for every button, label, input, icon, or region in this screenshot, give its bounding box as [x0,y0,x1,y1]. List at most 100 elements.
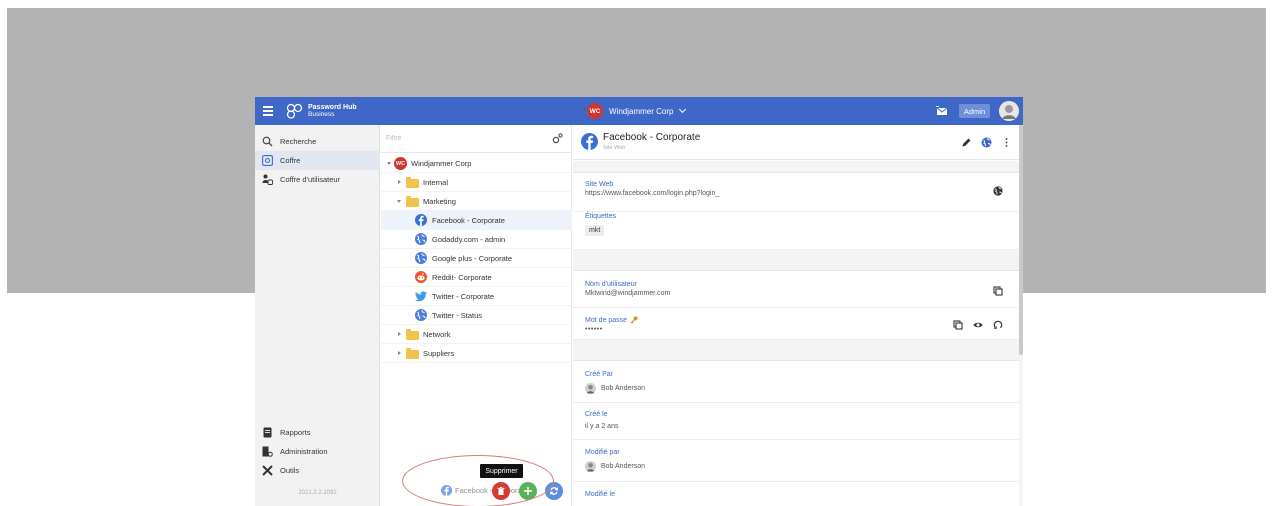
logo: Password Hub Business [285,102,357,120]
password-history-icon[interactable] [993,320,1003,330]
field-label: Site Web [585,181,614,188]
field-created-on: Créé le il y a 2 ans [573,403,1019,440]
globe-icon [415,233,427,245]
field-label: Modifié le [585,491,615,498]
nav-item-administration[interactable]: Administration [255,442,380,461]
field-label: Créé Par [585,371,614,378]
user-avatar[interactable] [999,101,1019,121]
copy-icon[interactable] [953,320,963,330]
tree-folder-network[interactable]: Network [381,325,572,344]
reports-icon [263,427,272,438]
nav-item-label: Recherche [280,137,317,146]
caret-down-icon[interactable] [397,200,401,203]
globe-icon [415,252,427,264]
section-gap [573,161,1019,173]
modified-by-value: Bob Anderson [601,463,645,470]
filter-input[interactable] [382,127,542,149]
username-value: Mktwind@windjammer.com [585,290,671,297]
tree-label: Twitter - Corporate [432,291,495,301]
logo-icon [285,103,305,119]
caret-right-icon[interactable] [398,332,401,336]
brand-name: Password Hub [308,104,357,111]
field-password: Mot de passe •••••• [573,308,1019,340]
tools-icon [262,465,273,476]
tree-label: Suppliers [423,348,455,358]
chevron-down-icon [679,105,687,114]
nav-item-label: Coffre d'utilisateur [280,175,341,184]
tree-folder-suppliers[interactable]: Suppliers [381,344,572,363]
tree-item-facebook-corporate[interactable]: Facebook - Corporate [381,211,572,230]
highlight-ellipse [402,455,554,506]
tree-folder-marketing[interactable]: Marketing [381,192,572,211]
hamburger-menu-icon[interactable] [263,106,273,116]
caret-right-icon[interactable] [398,180,401,184]
mail-icon[interactable] [936,105,948,117]
tag-chip[interactable]: mkt [585,225,605,236]
entry-title: Facebook - Corporate [603,132,701,143]
tree-item-twitter-status[interactable]: Twitter - Status [381,306,572,325]
tree-item-google-plus-corporate[interactable]: Google plus - Corporate [381,249,572,268]
twitter-icon [415,291,427,302]
nav-item-label: Rapports [280,428,311,437]
scrollbar-thumb[interactable] [1019,125,1023,355]
tree-label: Marketing [423,196,456,206]
tree-label: Internal [423,177,449,187]
globe-icon[interactable] [981,137,992,148]
nav-item-vault[interactable]: Coffre [255,151,380,170]
nav-item-search[interactable]: Recherche [255,132,380,151]
org-name: Windjammer Corp [609,106,674,116]
org-switcher[interactable]: WC Windjammer Corp [587,103,687,119]
tree-label: Network [423,329,451,339]
app-version: 2021.2.2.1092 [298,490,337,496]
field-username: Nom d'utilisateur Mktwind@windjammer.com [573,272,1019,308]
eye-icon[interactable] [973,320,983,330]
field-label: Modifié par [585,449,620,456]
tree-label: Windjammer Corp [411,158,472,168]
folder-icon [406,329,419,340]
field-label: Étiquettes [585,213,617,220]
field-modified-by: Modifié par Bob Anderson [573,440,1019,482]
tree-folder-internal[interactable]: Internal [381,173,572,192]
caret-right-icon[interactable] [398,351,401,355]
folder-icon [406,348,419,359]
tree-item-godaddy-admin[interactable]: Godaddy.com - admin [381,230,572,249]
nav-item-reports[interactable]: Rapports [255,423,380,442]
section-gap [573,250,1019,271]
open-website-globe-icon[interactable] [993,186,1003,196]
admin-button[interactable]: Admin [959,104,990,118]
caret-down-icon[interactable] [387,162,391,165]
field-created-by: Créé Par Bob Anderson [573,362,1019,403]
gear-icon[interactable] [552,133,563,144]
nav-item-tools[interactable]: Outils [255,461,380,480]
tree-item-twitter-corporate[interactable]: Twitter - Corporate [381,287,572,306]
field-label: Mot de passe [585,316,628,324]
more-vertical-icon[interactable] [1001,137,1012,148]
org-badge: WC [394,157,407,170]
admin-icon [262,446,273,457]
app-window: Password Hub Business WC Windjammer Corp… [255,97,1023,506]
created-by-value: Bob Anderson [601,385,645,392]
website-url[interactable]: https://www.facebook.com/login.php?login… [585,190,719,197]
tree-label: Godaddy.com - admin [432,234,506,244]
top-bar: Password Hub Business WC Windjammer Corp… [255,97,1023,125]
folder-icon [406,196,419,207]
detail-header: Facebook - Corporate Site Web [573,125,1019,160]
field-website: Site Web https://www.facebook.com/login.… [573,174,1019,212]
facebook-icon [581,133,598,150]
section-gap [573,340,1019,361]
edit-pencil-icon[interactable] [961,137,972,148]
org-badge: WC [587,103,603,119]
entry-type: Site Web [603,145,626,151]
vault-icon [262,155,273,166]
tree-label: Reddit- Corporate [432,272,492,282]
tree-root-windjammer[interactable]: WC Windjammer Corp [381,154,572,173]
detail-scrollbar[interactable] [1019,125,1023,506]
password-value: •••••• [585,326,603,333]
tree-item-reddit-corporate[interactable]: Reddit- Corporate [381,268,572,287]
detail-pane: Facebook - Corporate Site Web Site Web h… [573,125,1019,506]
avatar [585,461,596,472]
copy-icon[interactable] [993,286,1003,296]
key-icon [630,316,638,324]
nav-item-user-vault[interactable]: Coffre d'utilisateur [255,170,380,189]
field-label: Créé le [585,411,608,418]
